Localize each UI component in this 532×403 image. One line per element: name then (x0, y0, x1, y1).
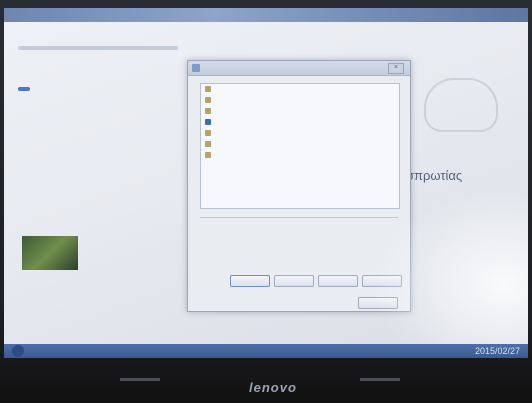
list-item[interactable] (201, 139, 399, 150)
item-icon (205, 141, 211, 147)
close-button[interactable]: × (388, 63, 404, 74)
list-item[interactable] (201, 106, 399, 117)
item-icon (205, 108, 211, 114)
item-icon (205, 152, 211, 158)
dialog-titlebar[interactable]: × (188, 61, 410, 76)
list-item[interactable] (201, 128, 399, 139)
web-heading[interactable] (18, 102, 198, 111)
start-button[interactable] (12, 345, 24, 357)
dialog-button[interactable] (318, 275, 358, 287)
web-page-button[interactable] (18, 87, 30, 91)
bezel-label (120, 378, 160, 381)
item-icon (205, 97, 211, 103)
monitor-brand-logo: lenovo (249, 380, 297, 395)
web-heading[interactable] (18, 186, 198, 195)
dialog-button[interactable] (274, 275, 314, 287)
web-heading[interactable] (18, 144, 198, 153)
taskbar: 2015/02/27 (4, 344, 528, 358)
web-paragraph (18, 153, 198, 180)
close-icon: × (393, 64, 399, 71)
bezel-label (360, 378, 400, 381)
screen-glare (364, 178, 528, 358)
cloud-icon (424, 78, 498, 132)
app-icon (192, 64, 200, 72)
list-item[interactable] (201, 150, 399, 161)
dialog-button[interactable] (230, 275, 270, 287)
list-item[interactable] (201, 84, 399, 95)
item-icon (205, 86, 211, 92)
list-item-selected[interactable] (201, 117, 399, 128)
screen: σπρωτίας × 2015/02/27 (4, 8, 528, 358)
video-thumbnail[interactable] (22, 236, 78, 270)
page-heading-blur (18, 46, 178, 50)
item-icon (205, 130, 211, 136)
list-item[interactable] (201, 95, 399, 106)
taskbar-clock[interactable]: 2015/02/27 (475, 346, 520, 356)
browser-top-bar (4, 8, 528, 22)
web-paragraph (18, 111, 198, 138)
web-paragraph (18, 60, 198, 78)
background-web-page (18, 60, 198, 195)
item-icon (205, 119, 211, 125)
